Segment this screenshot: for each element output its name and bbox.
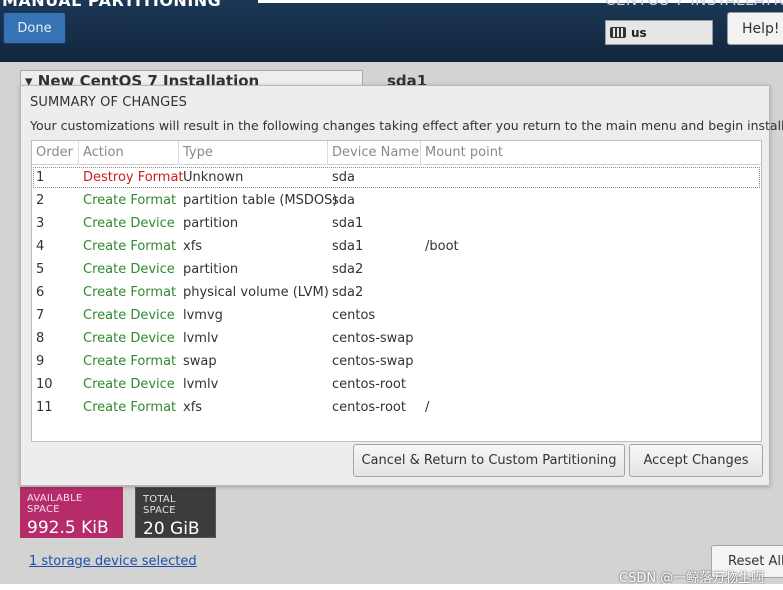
row-order: 1 [36,170,45,185]
table-row[interactable]: 7 Create Device lvmvg centos [32,304,761,327]
row-device: centos-root [332,400,406,415]
row-type: lvmlv [183,377,219,392]
row-type: physical volume (LVM) [183,285,329,300]
table-row[interactable]: 8 Create Device lvmlv centos-swap [32,327,761,350]
row-mount: / [425,400,430,415]
row-order: 8 [36,331,45,346]
row-action: Create Format [83,193,177,208]
table-row[interactable]: 3 Create Device partition sda1 [32,212,761,235]
row-type: partition table (MSDOS) [183,193,338,208]
column-header-mount-point[interactable]: Mount point [421,141,761,165]
table-row[interactable]: 11 Create Format xfs centos-root / [32,396,761,419]
summary-dialog: SUMMARY OF CHANGES Your customizations w… [20,85,783,486]
row-device: centos-root [332,377,406,392]
row-device: sda2 [332,262,364,277]
row-action: Create Device [83,331,175,346]
total-space-value: 20 GiB [143,519,200,539]
row-type: lvmlv [183,331,219,346]
cancel-return-button[interactable]: Cancel & Return to Custom Partitioning [353,444,625,477]
row-action: Create Format [83,354,177,369]
row-order: 3 [36,216,45,231]
table-row[interactable]: 6 Create Format physical volume (LVM) sd… [32,281,761,304]
table-row[interactable]: 4 Create Format xfs sda1 /boot [32,235,761,258]
row-device: centos-swap [332,331,414,346]
row-device: centos [332,308,376,323]
available-space-value: 992.5 KiB [27,518,109,538]
row-order: 11 [36,400,53,415]
row-device: sda [332,193,355,208]
top-bar: MANUAL PARTITIONING CENTOS 7 INSTALLATIO… [0,0,783,62]
row-order: 6 [36,285,45,300]
table-header: Order Action Type Device Name Mount poin… [32,141,761,165]
row-device: sda2 [332,285,364,300]
row-type: partition [183,216,239,231]
table-row[interactable]: 1 Destroy Format Unknown sda [32,166,761,189]
table-row[interactable]: 2 Create Format partition table (MSDOS) … [32,189,761,212]
row-action: Create Format [83,285,177,300]
accept-changes-button[interactable]: Accept Changes [629,444,763,477]
row-action: Create Format [83,239,177,254]
row-type: lvmvg [183,308,223,323]
column-header-type[interactable]: Type [179,141,328,165]
row-device: sda1 [332,239,364,254]
row-order: 10 [36,377,53,392]
available-space-box: AVAILABLE SPACE 992.5 KiB [20,487,123,538]
row-type: swap [183,354,217,369]
row-action: Create Device [83,262,175,277]
column-header-device-name[interactable]: Device Name [328,141,421,165]
row-type: xfs [183,400,203,415]
row-order: 5 [36,262,45,277]
row-action: Create Format [83,400,177,415]
bottom-strip [0,584,783,590]
row-type: partition [183,262,239,277]
installer-title: CENTOS 7 INSTALLATION [605,0,783,9]
column-header-order[interactable]: Order [32,141,79,165]
dialog-title: SUMMARY OF CHANGES [30,95,188,110]
column-header-action[interactable]: Action [79,141,179,165]
total-space-label: TOTAL SPACE [143,494,176,516]
row-action: Create Device [83,308,175,323]
total-space-box: TOTAL SPACE 20 GiB [135,487,216,539]
row-order: 9 [36,354,45,369]
keyboard-icon [610,27,626,38]
row-order: 4 [36,239,45,254]
row-type: Unknown [183,170,244,185]
row-device: sda1 [332,216,364,231]
row-order: 7 [36,308,45,323]
done-button[interactable]: Done [3,12,66,44]
row-device: centos-swap [332,354,414,369]
table-row[interactable]: 9 Create Format swap centos-swap [32,350,761,373]
row-device: sda [332,170,355,185]
storage-device-link[interactable]: 1 storage device selected [29,554,197,569]
row-action: Create Device [83,216,175,231]
available-space-label: AVAILABLE SPACE [27,493,83,515]
row-action: Destroy Format [83,170,184,185]
row-mount: /boot [425,239,459,254]
table-row[interactable]: 10 Create Device lvmlv centos-root [32,373,761,396]
keyboard-layout-label: us [631,25,647,40]
changes-table: Order Action Type Device Name Mount poin… [31,140,762,442]
screen-title: MANUAL PARTITIONING [2,0,222,10]
dialog-description: Your customizations will result in the f… [30,118,783,133]
table-row[interactable]: 5 Create Device partition sda2 [32,258,761,281]
row-type: xfs [183,239,203,254]
row-order: 2 [36,193,45,208]
help-button[interactable]: Help! [727,12,783,45]
row-action: Create Device [83,377,175,392]
keyboard-layout-indicator[interactable]: us [605,20,713,45]
